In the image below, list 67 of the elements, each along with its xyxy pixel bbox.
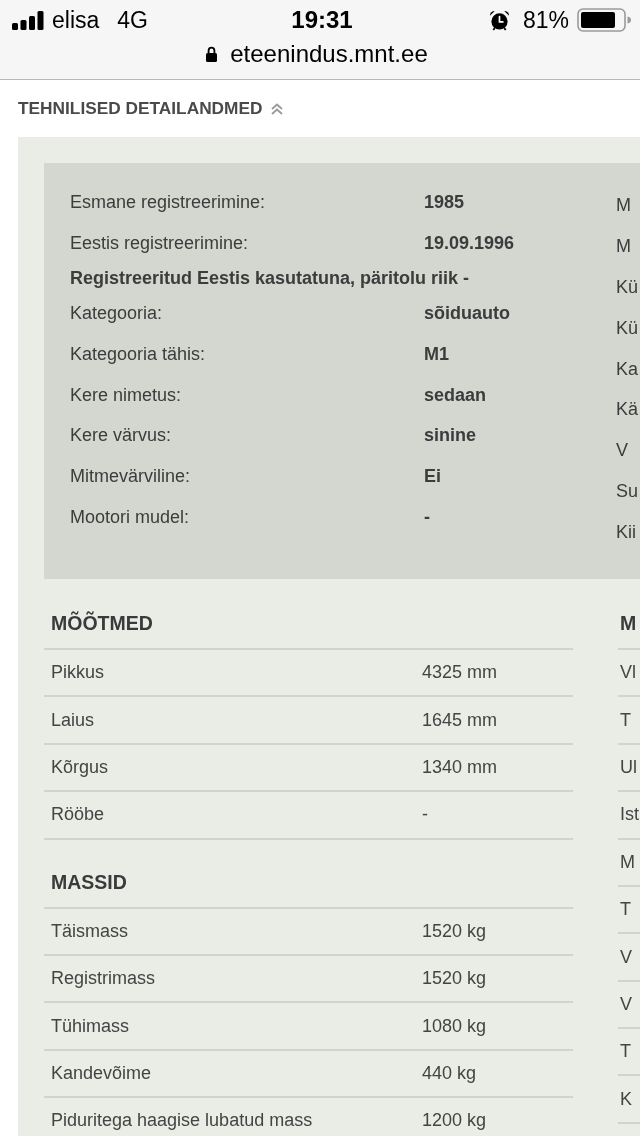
- field-label: Kü: [616, 277, 639, 299]
- field-label: Su: [616, 481, 639, 503]
- spec-value: 1200 kg: [422, 1110, 487, 1132]
- alarm-clock-icon: [488, 9, 510, 31]
- spec-value: 440 kg: [422, 1062, 477, 1084]
- field-value: sedaan: [424, 384, 487, 406]
- clock-time: 19:31: [291, 6, 353, 34]
- spec-label: V: [620, 993, 632, 1015]
- spec-value: 1645 mm: [422, 709, 498, 731]
- field-value: 19.09.1996: [424, 233, 515, 255]
- section-heading: M: [620, 611, 637, 635]
- lock-icon: [206, 46, 218, 62]
- spec-label: Laius: [51, 709, 95, 731]
- spec-label: T: [620, 1041, 631, 1063]
- field-label: Kä: [616, 399, 639, 421]
- section-toggle[interactable]: TEHNILISED DETAILANDMED: [18, 98, 283, 119]
- field-label: Kategooria tähis:: [70, 343, 206, 365]
- spec-label: K: [620, 1088, 632, 1110]
- field-label: Esmane registreerimine:: [70, 192, 266, 214]
- spec-value: -: [422, 804, 428, 826]
- field-label: Kere nimetus:: [70, 384, 182, 406]
- spec-label: Ul: [620, 756, 637, 778]
- spec-value: 4325 mm: [422, 662, 498, 684]
- field-value: 1985: [424, 192, 465, 214]
- spec-label: Pikkus: [51, 662, 104, 684]
- spec-label: T: [620, 899, 631, 921]
- section-heading: MÕÕTMED: [51, 611, 153, 635]
- network-type: 4G: [117, 6, 148, 34]
- field-label: Kii: [616, 521, 636, 543]
- field-value: Ei: [424, 466, 441, 488]
- spec-label: M: [620, 851, 635, 873]
- registration-note: Registreeritud Eestis kasutatuna, päritolu riik -: [70, 268, 470, 290]
- section-heading: MASSID: [51, 870, 127, 894]
- field-value: sõiduauto: [424, 303, 510, 325]
- spec-label: T: [620, 709, 631, 731]
- field-label: Eestis registreerimine:: [70, 233, 249, 255]
- battery-percent: 81%: [522, 6, 569, 34]
- field-value: sinine: [424, 425, 476, 447]
- field-label: Kere värvus:: [70, 425, 172, 447]
- spec-label: Vl: [620, 662, 636, 684]
- spec-label: Registrimass: [51, 968, 156, 990]
- field-label: V: [616, 440, 628, 462]
- carrier-name: elisa: [52, 6, 100, 34]
- field-label: Kategooria:: [70, 303, 163, 325]
- spec-label: Kõrgus: [51, 756, 109, 778]
- field-value: M1: [424, 343, 449, 365]
- field-label: M: [616, 236, 631, 258]
- spec-value: 1080 kg: [422, 1015, 487, 1037]
- spec-label: Tühimass: [51, 1015, 130, 1037]
- spec-label: V: [620, 946, 632, 968]
- spec-label: Kandevõime: [51, 1062, 152, 1084]
- field-label: M: [616, 195, 631, 217]
- spec-value: 1340 mm: [422, 756, 498, 778]
- spec-value: 1520 kg: [422, 920, 487, 942]
- field-label: Mootori mudel:: [70, 507, 190, 529]
- field-label: Mitmevärviline:: [70, 466, 191, 488]
- url-text[interactable]: eteenindus.mnt.ee: [230, 40, 428, 68]
- signal-icon: [12, 10, 44, 30]
- spec-label: Ist: [620, 804, 639, 826]
- spec-label: Täismass: [51, 920, 128, 942]
- field-value: -: [424, 507, 430, 529]
- spec-label: Rööbe: [51, 804, 105, 826]
- spec-label: Piduritega haagise lubatud mass: [51, 1110, 313, 1132]
- battery-icon: [577, 8, 632, 32]
- field-label: Ka: [616, 358, 639, 380]
- spec-value: 1520 kg: [422, 968, 487, 990]
- field-label: Kü: [616, 317, 639, 339]
